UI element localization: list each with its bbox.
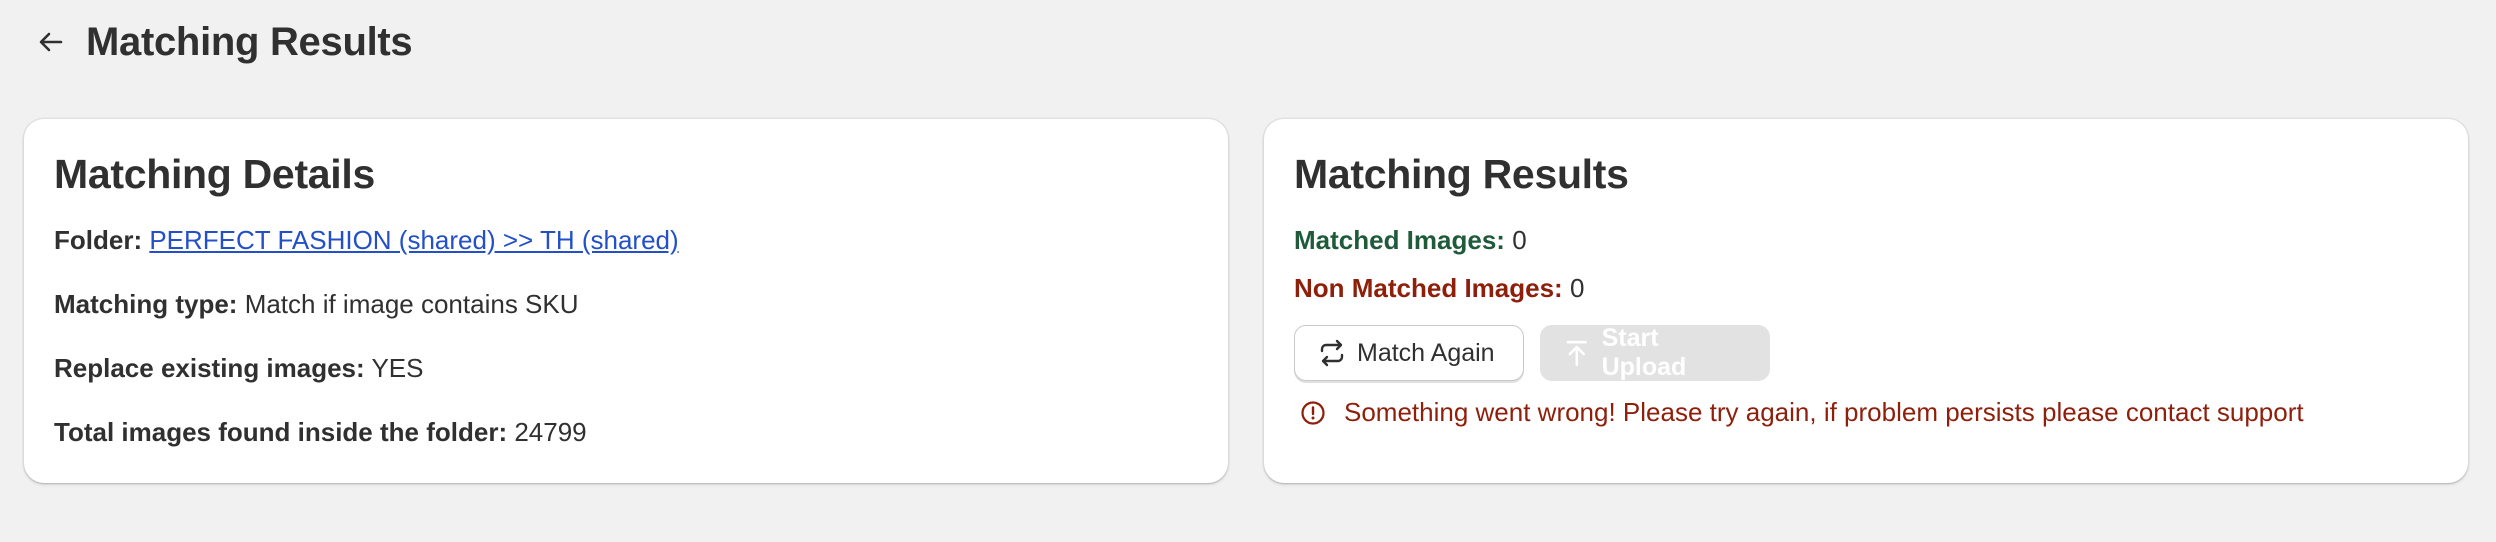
match-again-button[interactable]: Match Again bbox=[1294, 325, 1524, 381]
start-upload-label: Start Upload bbox=[1601, 324, 1687, 381]
matching-details-card: Matching Details Folder: PERFECT FASHION… bbox=[24, 119, 1228, 483]
replace-images-value: YES bbox=[371, 353, 424, 383]
total-images-row: Total images found inside the folder: 24… bbox=[54, 417, 587, 448]
matching-type-label: Matching type: bbox=[54, 289, 238, 319]
folder-label: Folder: bbox=[54, 225, 143, 255]
non-matched-images-value: 0 bbox=[1569, 273, 1585, 303]
folder-link[interactable]: PERFECT FASHION (shared) >> TH (shared) bbox=[149, 225, 678, 255]
alert-circle-icon bbox=[1301, 400, 1325, 425]
non-matched-images-row: Non Matched Images: 0 bbox=[1294, 273, 1584, 304]
total-images-label: Total images found inside the folder: bbox=[54, 417, 508, 447]
matched-images-value: 0 bbox=[1512, 225, 1527, 255]
matching-type-row: Matching type: Match if image contains S… bbox=[54, 289, 579, 320]
matching-results-title: Matching Results bbox=[1294, 151, 1629, 197]
match-again-label: Match Again bbox=[1357, 338, 1495, 367]
arrow-left-icon bbox=[39, 32, 63, 52]
error-banner: Something went wrong! Please try again, … bbox=[1300, 397, 2304, 428]
error-message: Something went wrong! Please try again, … bbox=[1344, 397, 2304, 427]
replace-images-label: Replace existing images: bbox=[54, 353, 365, 383]
back-button[interactable] bbox=[32, 23, 70, 61]
matching-results-card: Matching Results Matched Images: 0 Non M… bbox=[1264, 119, 2468, 483]
page-header: Matching Results bbox=[32, 14, 413, 70]
matched-images-label: Matched Images: bbox=[1294, 225, 1505, 255]
page-title: Matching Results bbox=[86, 19, 413, 64]
replace-images-row: Replace existing images: YES bbox=[54, 353, 423, 384]
upload-icon bbox=[1566, 340, 1587, 367]
matching-type-value: Match if image contains SKU bbox=[244, 289, 579, 319]
folder-row: Folder: PERFECT FASHION (shared) >> TH (… bbox=[54, 225, 679, 256]
refresh-icon bbox=[1320, 339, 1344, 367]
start-upload-button[interactable]: Start Upload bbox=[1540, 324, 1770, 381]
action-buttons: Match Again Start Upload bbox=[1294, 324, 1770, 381]
non-matched-images-label: Non Matched Images: bbox=[1294, 273, 1563, 303]
matching-details-title: Matching Details bbox=[54, 151, 375, 197]
total-images-value: 24799 bbox=[514, 417, 587, 447]
matched-images-row: Matched Images: 0 bbox=[1294, 225, 1527, 256]
